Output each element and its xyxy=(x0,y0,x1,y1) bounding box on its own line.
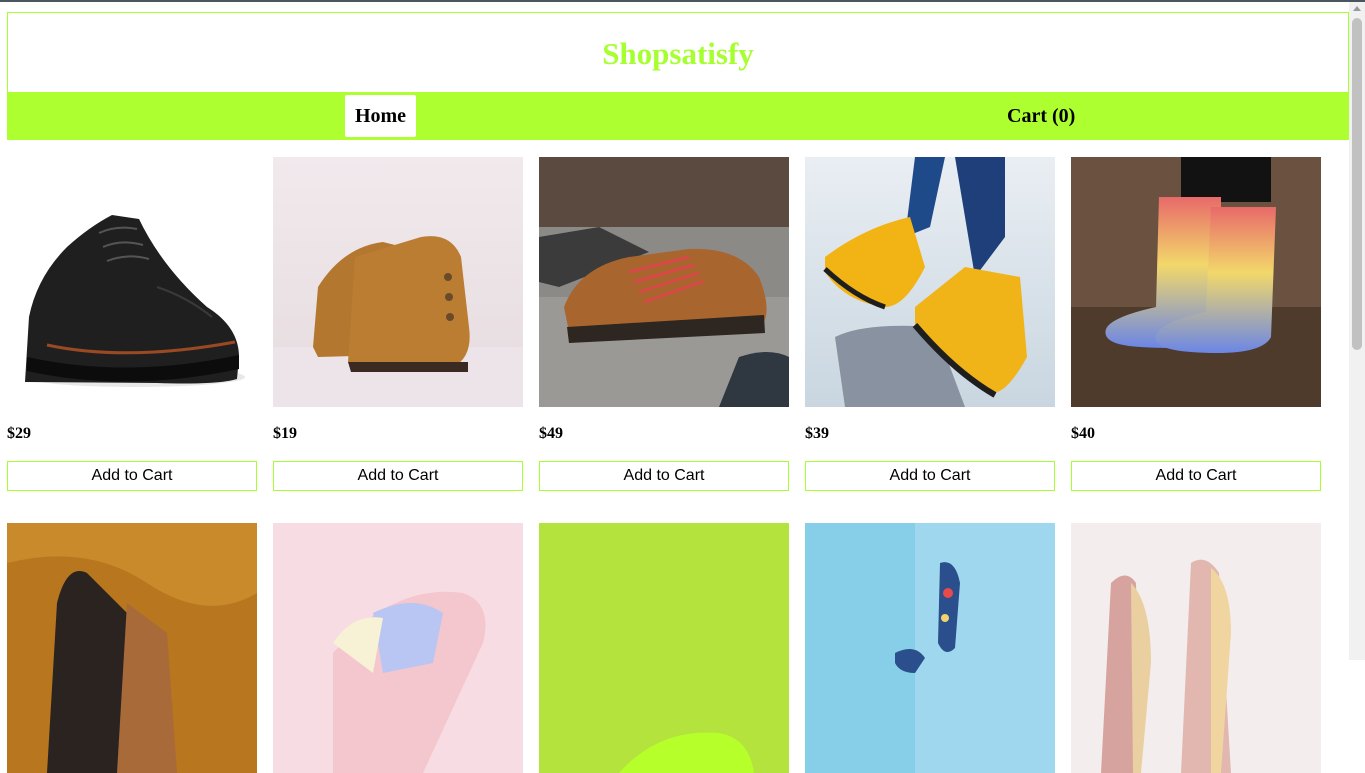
product-card xyxy=(7,523,257,773)
brand-title: Shopsatisfy xyxy=(602,35,754,71)
nav-cart-link[interactable]: Cart (0) xyxy=(1007,95,1075,137)
product-image-green-sneaker[interactable] xyxy=(539,523,789,773)
scrollbar-thumb[interactable] xyxy=(1352,18,1362,350)
add-to-cart-button[interactable]: Add to Cart xyxy=(7,461,257,491)
page: Shopsatisfy Home Cart (0) xyxy=(7,12,1349,140)
product-image-glitter-heels[interactable] xyxy=(1071,523,1321,773)
product-card: $40 Add to Cart xyxy=(1071,157,1321,491)
product-card: $49 Add to Cart xyxy=(539,157,789,491)
add-to-cart-button[interactable]: Add to Cart xyxy=(805,461,1055,491)
scroll-up-arrow-icon[interactable] xyxy=(1353,6,1361,11)
product-price: $39 xyxy=(805,425,829,442)
navbar: Home Cart (0) xyxy=(7,92,1349,140)
add-to-cart-button[interactable]: Add to Cart xyxy=(539,461,789,491)
product-card xyxy=(1071,523,1321,773)
window-top-border xyxy=(0,0,1365,2)
product-card xyxy=(539,523,789,773)
product-image-rain-boots[interactable] xyxy=(1071,157,1321,407)
product-card: $19 Add to Cart xyxy=(273,157,523,491)
vertical-scrollbar[interactable] xyxy=(1349,2,1365,660)
product-price: $19 xyxy=(273,425,297,442)
product-image-floral-shoe[interactable] xyxy=(805,523,1055,773)
product-image-yellow-boots[interactable] xyxy=(805,157,1055,407)
product-image-sneaker-mustard[interactable] xyxy=(7,523,257,773)
product-price: $40 xyxy=(1071,425,1095,442)
product-image-tan-ankle-boots[interactable] xyxy=(273,157,523,407)
product-card xyxy=(805,523,1055,773)
add-to-cart-button[interactable]: Add to Cart xyxy=(273,461,523,491)
product-card xyxy=(273,523,523,773)
product-price: $49 xyxy=(539,425,563,442)
product-image-pastel-sneakers[interactable] xyxy=(273,523,523,773)
nav-home-link[interactable]: Home xyxy=(345,95,416,137)
product-price: $29 xyxy=(7,425,31,442)
product-card: $29 Add to Cart xyxy=(7,157,257,491)
product-image-hiking-boots[interactable] xyxy=(539,157,789,407)
add-to-cart-button[interactable]: Add to Cart xyxy=(1071,461,1321,491)
product-image-black-brogue[interactable] xyxy=(7,157,257,407)
product-card: $39 Add to Cart xyxy=(805,157,1055,491)
site-header: Shopsatisfy xyxy=(7,12,1349,92)
